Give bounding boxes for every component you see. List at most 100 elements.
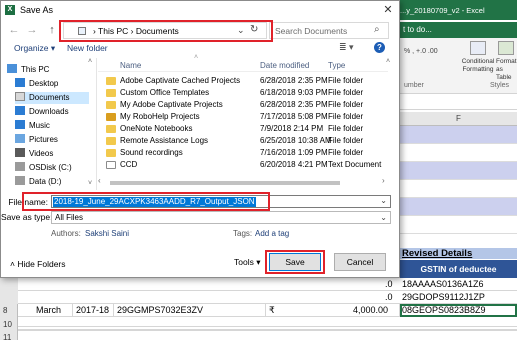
search-placeholder: Search Documents — [275, 26, 348, 36]
save-type-value: All Files — [55, 213, 84, 222]
tell-me-box[interactable]: t to do... — [400, 22, 517, 38]
revised-details-header[interactable]: Revised Details — [400, 248, 517, 259]
gstin-deductor-cell[interactable]: 29GGMPS7032E3ZV — [117, 304, 203, 317]
chevron-down-icon[interactable]: ⌄ — [380, 212, 387, 223]
column-date-modified[interactable]: Date modified — [260, 61, 309, 70]
format-table-icon[interactable] — [498, 41, 514, 55]
list-item[interactable]: Adobe Captivate Cached Projects 6/28/201… — [98, 75, 388, 87]
authors-field[interactable]: Sakshi Saini — [85, 229, 129, 238]
scroll-right-icon[interactable]: › — [382, 176, 385, 185]
navigation-pane: This PC Desktop Documents Downloads Musi… — [1, 58, 97, 190]
search-icon[interactable]: ⌕ — [374, 24, 380, 35]
dialog-toolbar: Organize ▾ New folder ≣ ▾ ? — [1, 42, 399, 56]
save-type-select[interactable]: All Files ⌄ — [51, 211, 391, 224]
number-group-label: umber — [404, 82, 424, 89]
scroll-thumb[interactable] — [110, 181, 340, 185]
month-cell[interactable]: March — [36, 304, 61, 317]
tags-label: Tags: — [233, 229, 253, 238]
cancel-button[interactable]: Cancel — [334, 253, 386, 271]
cell-divider — [113, 304, 114, 317]
sheet-row[interactable]: 10 — [0, 318, 517, 331]
dialog-titlebar[interactable]: X Save As ✕ — [1, 1, 399, 19]
row-number[interactable]: 11 — [0, 331, 18, 340]
gstin-cell[interactable]: 18AAAAS0136A1Z6 — [402, 278, 484, 291]
organize-button[interactable]: Organize ▾ — [14, 43, 55, 54]
list-item[interactable]: My RoboHelp Projects 7/17/2018 5:08 PM F… — [98, 111, 388, 123]
folder-icon — [106, 89, 116, 97]
tools-dropdown[interactable]: Tools ▾ — [234, 257, 260, 268]
save-type-label: Save as type: — [1, 212, 53, 222]
scroll-down-icon[interactable]: ˅ — [88, 180, 92, 187]
sheet-row[interactable]: .0 18AAAAS0136A1Z6 — [0, 278, 517, 291]
help-icon[interactable]: ? — [374, 42, 385, 53]
number-format-buttons[interactable]: % , +.0 .00 — [404, 48, 438, 55]
disk-icon — [15, 162, 25, 171]
column-header-f[interactable]: F — [400, 112, 517, 126]
year-cell[interactable]: 2017-18 — [76, 304, 109, 317]
rupee-symbol: ₹ — [269, 305, 275, 315]
conditional-formatting-label: Conditional Formatting — [461, 58, 495, 73]
list-item[interactable]: CCD 6/20/2018 4:21 PM Text Document — [98, 159, 388, 171]
authors-label: Authors: — [51, 229, 81, 238]
amount-cell[interactable]: 4,000.00 — [353, 304, 388, 317]
cell-divider — [265, 304, 266, 317]
search-input[interactable]: Search Documents ⌕ — [269, 22, 389, 39]
hide-folders-button[interactable]: ˄ Hide Folders — [10, 259, 66, 269]
file-list-scrollbar[interactable]: ˄ — [386, 58, 394, 178]
up-arrow-icon[interactable]: ↑ — [45, 23, 59, 37]
tags-field[interactable]: Add a tag — [255, 229, 289, 238]
list-item[interactable]: My Adobe Captivate Projects 6/28/2018 2:… — [98, 99, 388, 111]
excel-window-title: ...y_20180709_v2 - Excel — [400, 6, 485, 15]
robohelp-folder-icon — [106, 113, 116, 121]
close-icon[interactable]: ✕ — [381, 3, 395, 17]
file-list-header: Name ˄ Date modified Type — [98, 54, 388, 72]
conditional-formatting-icon[interactable] — [470, 41, 486, 55]
folder-icon — [106, 101, 116, 109]
nav-item-documents[interactable]: Documents — [15, 92, 89, 104]
list-item[interactable]: Remote Assistance Logs 6/25/2018 10:38 A… — [98, 135, 388, 147]
view-options-icon[interactable]: ≣ ▾ — [339, 42, 354, 53]
amount-cell[interactable]: .0 — [385, 291, 393, 304]
new-folder-button[interactable]: New folder — [67, 43, 108, 53]
chevron-down-icon[interactable]: ⌄ — [380, 196, 387, 205]
scroll-left-icon[interactable]: ‹ — [98, 176, 101, 185]
save-as-dialog: X Save As ✕ ← → ↑ › This PC › Documents … — [0, 0, 400, 278]
column-type[interactable]: Type — [328, 61, 345, 70]
nav-scrollbar[interactable]: ˄ ˅ — [88, 58, 96, 190]
sheet-row[interactable] — [400, 216, 517, 234]
formula-bar[interactable] — [400, 96, 517, 110]
sheet-row[interactable] — [400, 144, 517, 162]
dialog-title: Save As — [20, 5, 54, 15]
selected-cell[interactable] — [400, 304, 517, 317]
styles-group-label: Styles — [490, 82, 510, 89]
sheet-row[interactable]: .0 29GDOPS9112J1ZP — [0, 291, 517, 304]
pictures-icon — [15, 134, 25, 143]
gstin-column-header[interactable]: GSTIN of deductee — [400, 260, 517, 278]
sheet-row[interactable] — [400, 198, 517, 216]
sheet-row[interactable] — [400, 162, 517, 180]
column-name[interactable]: Name — [120, 61, 141, 70]
scroll-up-icon[interactable]: ˄ — [386, 58, 390, 65]
gstin-cell[interactable]: 29GDOPS9112J1ZP — [402, 291, 485, 304]
folder-icon — [106, 77, 116, 85]
back-arrow-icon[interactable]: ← — [7, 23, 21, 37]
text-document-icon — [106, 161, 116, 169]
save-highlight-box — [265, 250, 325, 274]
horizontal-scrollbar[interactable]: ‹ › — [98, 176, 390, 187]
pc-icon — [7, 64, 17, 73]
list-item[interactable]: Sound recordings 7/16/2018 1:09 PM File … — [98, 147, 388, 159]
list-item[interactable]: Custom Office Templates 6/18/2018 9:03 P… — [98, 87, 388, 99]
cell-divider — [72, 304, 73, 317]
row-number[interactable]: 10 — [0, 318, 18, 331]
nav-item-this-pc[interactable]: This PC — [7, 64, 93, 76]
list-item[interactable]: OneNote Notebooks 7/9/2018 2:14 PM File … — [98, 123, 388, 135]
sheet-row[interactable] — [400, 180, 517, 198]
forward-arrow-icon[interactable]: → — [25, 23, 39, 37]
sheet-row[interactable]: 11 — [0, 331, 517, 340]
file-name-highlight-box — [22, 192, 270, 211]
sheet-row[interactable] — [400, 126, 517, 144]
row-header-blank — [0, 278, 18, 304]
amount-cell[interactable]: .0 — [385, 278, 393, 291]
row-number[interactable]: 8 — [0, 304, 18, 317]
scroll-up-icon[interactable]: ˄ — [88, 58, 92, 65]
